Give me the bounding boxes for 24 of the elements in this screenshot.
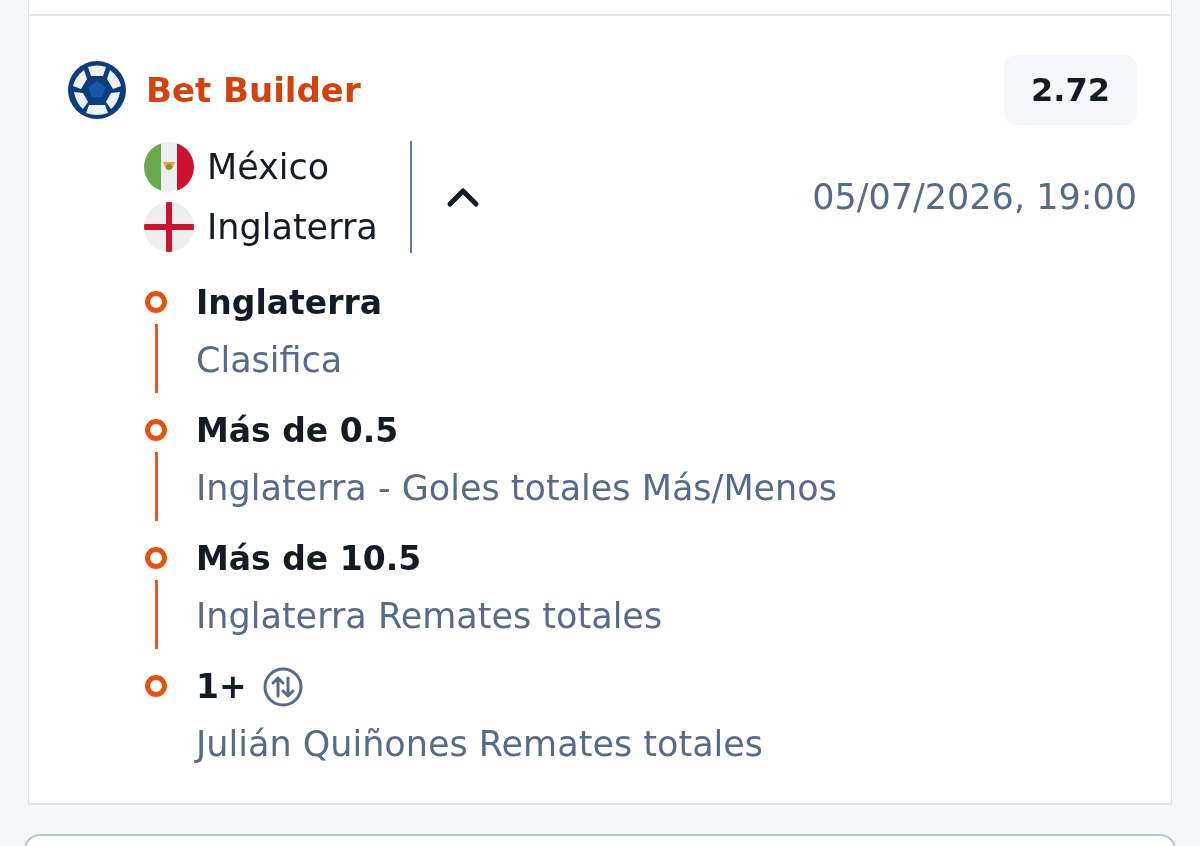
ring-marker-icon xyxy=(145,547,167,569)
connector-line xyxy=(154,324,158,393)
flag-icon xyxy=(144,202,194,252)
bet-title: Bet Builder xyxy=(146,70,361,110)
market-name: Clasifica xyxy=(196,338,343,382)
team-name: México xyxy=(207,147,330,187)
match-datetime: 05/07/2026, 19:00 xyxy=(812,177,1137,217)
selection-pick: Inglaterra xyxy=(196,283,382,322)
team-name: Inglaterra xyxy=(207,207,378,247)
market-name: Inglaterra - Goles totales Más/Menos xyxy=(196,466,837,510)
market-name: Inglaterra Remates totales xyxy=(196,594,663,638)
connector-line xyxy=(154,580,158,649)
flag-icon xyxy=(144,142,194,192)
chevron-icon[interactable] xyxy=(446,186,480,208)
soccer-ball-icon xyxy=(68,61,126,119)
ring-marker-icon xyxy=(145,419,167,441)
ring-marker-icon xyxy=(145,291,167,313)
selection-pick: Más de 10.5 xyxy=(196,539,422,578)
selection-pick: 1+ xyxy=(196,667,247,706)
selection-pick: Más de 0.5 xyxy=(196,411,399,450)
connector-line xyxy=(154,452,158,521)
market-name: Julián Quiñones Remates totales xyxy=(196,722,764,766)
ring-marker-icon xyxy=(145,675,167,697)
odds-value: 2.72 xyxy=(1004,55,1137,125)
